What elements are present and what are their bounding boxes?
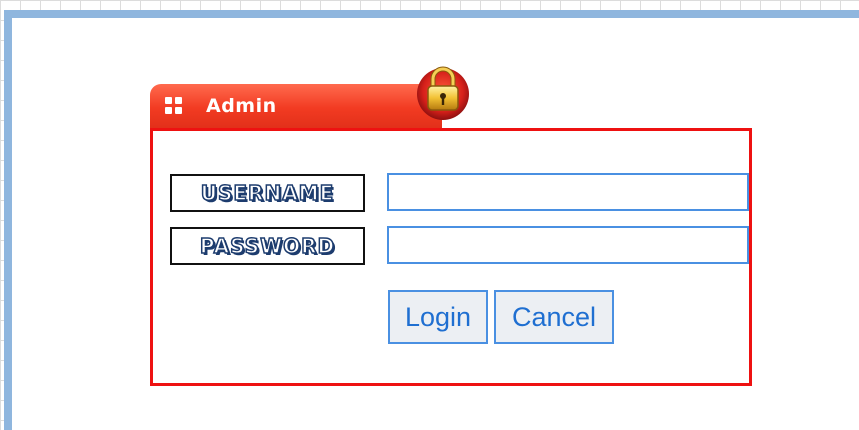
cancel-button[interactable]: Cancel	[494, 290, 614, 344]
panel-header-tab: Admin	[150, 84, 442, 128]
login-button[interactable]: Login	[388, 290, 488, 344]
password-label: PASSWORD	[170, 227, 365, 265]
username-label: USERNAME	[170, 174, 365, 212]
password-input[interactable]	[387, 226, 749, 264]
grip-icon	[165, 97, 182, 114]
panel-title: Admin	[206, 95, 277, 117]
lock-icon	[417, 66, 469, 120]
login-panel: Admin USERNAME PASSWORD Login Cancel	[150, 66, 752, 386]
username-input[interactable]	[387, 173, 749, 211]
login-form-box: USERNAME PASSWORD Login Cancel	[150, 128, 752, 386]
